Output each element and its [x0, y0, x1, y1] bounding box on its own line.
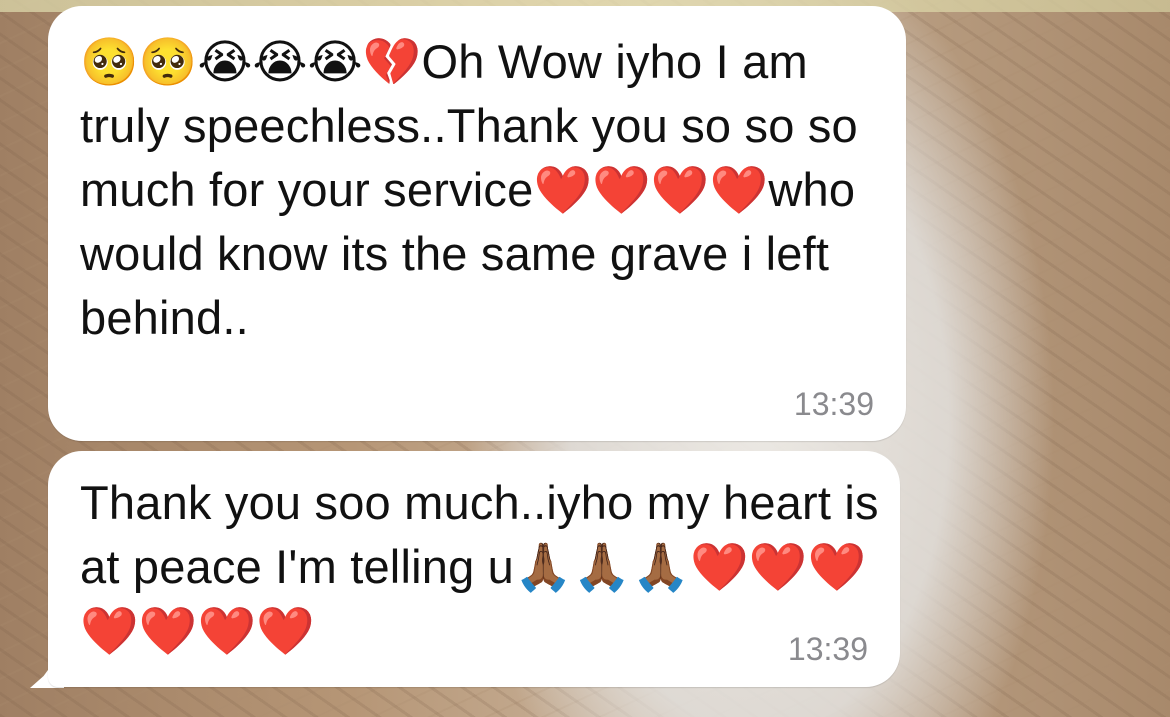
message-bubble[interactable]: Thank you soo much..iyho my heart is at … — [48, 451, 900, 687]
message-timestamp: 13:39 — [787, 631, 868, 667]
message-bubble[interactable]: 🥺🥺😭😭😭💔Oh Wow iyho I am truly speechless.… — [48, 6, 906, 441]
message-text: 🥺🥺😭😭😭💔Oh Wow iyho I am truly speechless.… — [80, 35, 872, 344]
message-text: Thank you soo much..iyho my heart is at … — [80, 476, 892, 657]
message-timestamp: 13:39 — [793, 386, 874, 422]
